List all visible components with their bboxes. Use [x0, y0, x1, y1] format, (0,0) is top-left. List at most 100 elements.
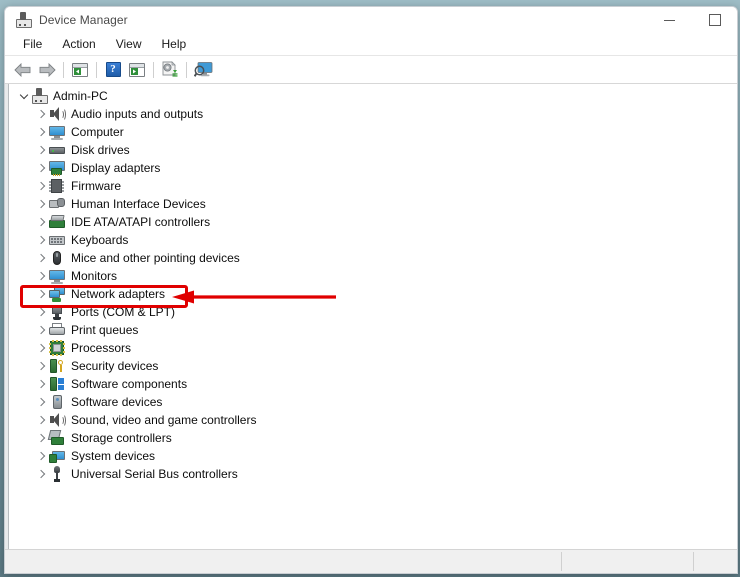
disk-drive-icon	[49, 142, 65, 158]
maximize-icon	[708, 14, 721, 26]
tree-item-label: Audio inputs and outputs	[71, 107, 204, 121]
mouse-icon	[49, 250, 65, 266]
chevron-right-icon[interactable]	[35, 141, 49, 159]
tree-item-display-adapters[interactable]: Display adapters	[8, 159, 737, 177]
speaker-icon	[49, 106, 66, 122]
tree-item-label: Keyboards	[71, 233, 129, 247]
chevron-down-icon[interactable]	[17, 87, 31, 105]
properties-icon	[129, 62, 145, 77]
device-manager-icon	[15, 12, 32, 28]
chevron-right-icon[interactable]	[35, 303, 49, 321]
tree-item-human-interface-devices[interactable]: Human Interface Devices	[8, 195, 737, 213]
network-adapter-icon	[49, 286, 65, 302]
tree-item-label: System devices	[71, 449, 156, 463]
tree-item-admin-pc[interactable]: Admin-PC	[8, 87, 737, 105]
tree-item-mice-and-other-pointing-devices[interactable]: Mice and other pointing devices	[8, 249, 737, 267]
minimize-button[interactable]	[647, 7, 692, 33]
tree-item-system-devices[interactable]: System devices	[8, 447, 737, 465]
chevron-right-icon[interactable]	[35, 339, 49, 357]
keyboard-icon	[49, 232, 65, 248]
monitor-icon	[49, 124, 65, 140]
menu-action[interactable]: Action	[52, 35, 105, 53]
ide-controller-icon	[49, 214, 65, 230]
tree-item-label: Storage controllers	[71, 431, 172, 445]
minimize-icon	[664, 19, 675, 21]
tree-item-label: Software devices	[71, 395, 163, 409]
properties-button[interactable]	[125, 59, 149, 81]
usb-icon	[49, 466, 65, 482]
toolbar-separator	[186, 61, 187, 78]
chevron-right-icon[interactable]	[35, 195, 49, 213]
speaker-icon	[49, 412, 66, 428]
scan-monitor-icon	[193, 62, 212, 77]
tree-item-audio-inputs-and-outputs[interactable]: Audio inputs and outputs	[8, 105, 737, 123]
menu-help[interactable]: Help	[152, 35, 197, 53]
tree-item-firmware[interactable]: Firmware	[8, 177, 737, 195]
chevron-right-icon[interactable]	[35, 159, 49, 177]
tree-item-software-devices[interactable]: Software devices	[8, 393, 737, 411]
chevron-right-icon[interactable]	[35, 375, 49, 393]
tree-item-processors[interactable]: Processors	[8, 339, 737, 357]
window-title: Device Manager	[39, 13, 128, 27]
chevron-right-icon[interactable]	[35, 105, 49, 123]
update-driver-icon	[162, 61, 178, 77]
printer-icon	[49, 322, 65, 338]
chevron-right-icon[interactable]	[35, 321, 49, 339]
chevron-right-icon[interactable]	[35, 285, 49, 303]
tree-item-disk-drives[interactable]: Disk drives	[8, 141, 737, 159]
device-tree-pane[interactable]: Admin-PC Audio inputs and outputs Comput…	[5, 84, 737, 549]
chevron-right-icon[interactable]	[35, 177, 49, 195]
back-arrow-icon	[14, 62, 31, 77]
chevron-right-icon[interactable]	[35, 249, 49, 267]
tree-item-ports-com-lpt[interactable]: Ports (COM & LPT)	[8, 303, 737, 321]
chevron-right-icon[interactable]	[35, 357, 49, 375]
maximize-button[interactable]	[692, 7, 737, 33]
status-pane-third	[694, 550, 737, 573]
toolbar-separator	[153, 61, 154, 78]
forward-arrow-icon	[39, 62, 56, 77]
tree-item-network-adapters[interactable]: Network adapters	[8, 285, 737, 303]
chevron-right-icon[interactable]	[35, 123, 49, 141]
chevron-right-icon[interactable]	[35, 465, 49, 483]
back-button[interactable]	[11, 59, 35, 81]
processor-icon	[49, 340, 65, 356]
tree-item-keyboards[interactable]: Keyboards	[8, 231, 737, 249]
chevron-right-icon[interactable]	[35, 447, 49, 465]
chevron-right-icon[interactable]	[35, 411, 49, 429]
tree-item-storage-controllers[interactable]: Storage controllers	[8, 429, 737, 447]
tree-item-monitors[interactable]: Monitors	[8, 267, 737, 285]
title-bar: Device Manager	[5, 7, 737, 33]
software-device-icon	[49, 394, 65, 410]
chevron-right-icon[interactable]	[35, 429, 49, 447]
console-tree-icon	[72, 62, 88, 77]
tree-item-label: Processors	[71, 341, 132, 355]
chevron-right-icon[interactable]	[35, 267, 49, 285]
help-button[interactable]: ?	[101, 59, 125, 81]
help-question-icon: ?	[105, 62, 121, 77]
chevron-right-icon[interactable]	[35, 393, 49, 411]
tree-item-ide-ata-atapi-controllers[interactable]: IDE ATA/ATAPI controllers	[8, 213, 737, 231]
status-pane-main	[5, 550, 561, 573]
chevron-right-icon[interactable]	[35, 213, 49, 231]
tree-item-computer[interactable]: Computer	[8, 123, 737, 141]
tree-item-print-queues[interactable]: Print queues	[8, 321, 737, 339]
tree-item-label: Software components	[71, 377, 188, 391]
menu-file[interactable]: File	[13, 35, 52, 53]
toolbar-separator	[96, 61, 97, 78]
forward-button[interactable]	[35, 59, 59, 81]
tree-item-label: Disk drives	[71, 143, 130, 157]
monitor-icon	[49, 268, 65, 284]
tree-item-sound-video-and-game-controllers[interactable]: Sound, video and game controllers	[8, 411, 737, 429]
tree-item-label: Network adapters	[71, 287, 166, 301]
tree-item-security-devices[interactable]: Security devices	[8, 357, 737, 375]
show-hide-console-tree-button[interactable]	[68, 59, 92, 81]
tree-item-label: Monitors	[71, 269, 118, 283]
scan-hardware-changes-button[interactable]	[191, 59, 215, 81]
tree-item-universal-serial-bus-controllers[interactable]: Universal Serial Bus controllers	[8, 465, 737, 483]
tree-item-label: IDE ATA/ATAPI controllers	[71, 215, 211, 229]
update-driver-button[interactable]	[158, 59, 182, 81]
tree-item-software-components[interactable]: Software components	[8, 375, 737, 393]
tree-item-label: Print queues	[71, 323, 139, 337]
menu-view[interactable]: View	[106, 35, 152, 53]
chevron-right-icon[interactable]	[35, 231, 49, 249]
